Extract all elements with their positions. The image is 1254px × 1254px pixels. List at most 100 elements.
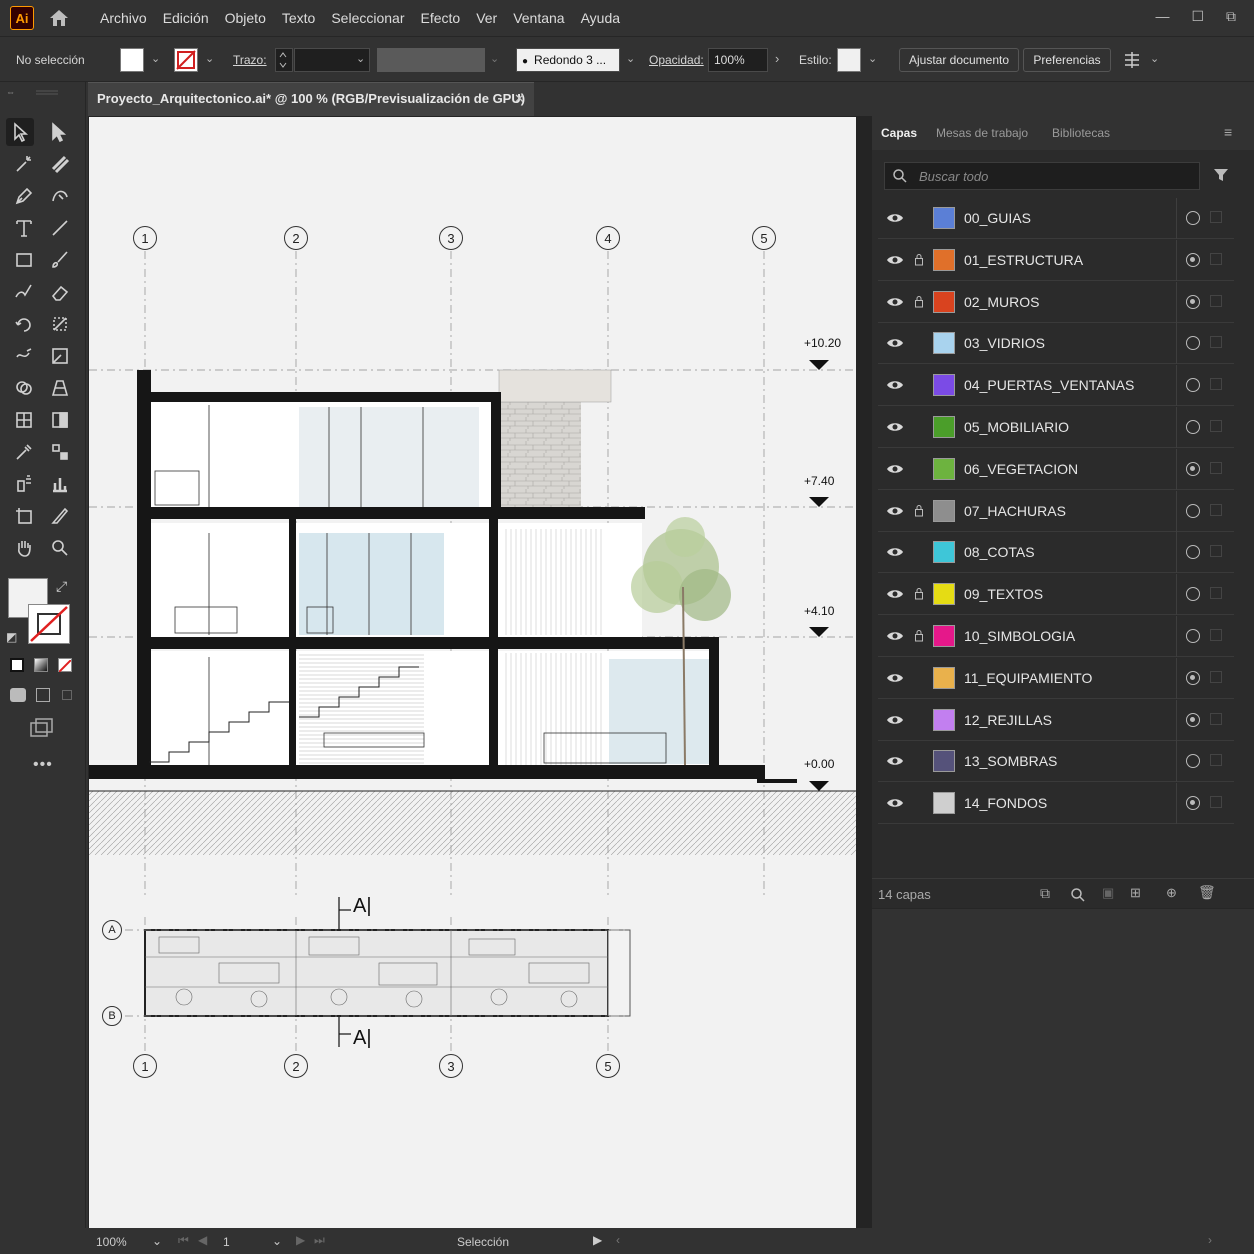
- brush-definition[interactable]: ● Redondo 3 ...: [516, 48, 620, 72]
- hand-icon[interactable]: [10, 534, 38, 562]
- layer-row[interactable]: 09_TEXTOS: [878, 574, 1234, 616]
- chevron-down-icon[interactable]: ⌄: [626, 52, 635, 65]
- eye-icon[interactable]: [886, 629, 904, 641]
- layer-name[interactable]: 07_HACHURAS: [964, 503, 1066, 519]
- last-artboard-icon[interactable]: ⏭: [314, 1233, 325, 1248]
- perspective-icon[interactable]: [46, 374, 74, 402]
- layer-name[interactable]: 06_VEGETACION: [964, 461, 1078, 477]
- stroke-color-box[interactable]: [28, 604, 70, 644]
- layer-name[interactable]: 04_PUERTAS_VENTANAS: [964, 377, 1134, 393]
- panel-menu-icon[interactable]: ≡: [1224, 124, 1232, 140]
- preferences-button[interactable]: Preferencias: [1023, 48, 1111, 72]
- artboard-icon[interactable]: [10, 502, 38, 530]
- menu-seleccionar[interactable]: Seleccionar: [323, 10, 412, 26]
- draw-normal-icon[interactable]: [10, 688, 26, 702]
- lasso-icon[interactable]: [46, 150, 74, 178]
- eye-icon[interactable]: [886, 211, 904, 223]
- layer-row[interactable]: 06_VEGETACION: [878, 448, 1234, 490]
- stroke-stepper[interactable]: [275, 48, 293, 72]
- target-icon[interactable]: [1186, 587, 1200, 602]
- layer-row[interactable]: 00_GUIAS: [878, 198, 1234, 239]
- style-swatch[interactable]: [837, 48, 861, 72]
- swap-fill-stroke-icon[interactable]: ⤢: [56, 578, 67, 595]
- chevron-down-icon[interactable]: ⌄: [1150, 52, 1159, 65]
- layer-row[interactable]: 03_VIDRIOS: [878, 323, 1234, 365]
- eye-icon[interactable]: [886, 295, 904, 307]
- tab-mesas-de-trabajo[interactable]: Mesas de trabajo: [936, 126, 1028, 140]
- stroke-swatch[interactable]: [174, 48, 198, 72]
- lock-icon[interactable]: [914, 504, 924, 520]
- chevron-down-icon[interactable]: ⌄: [152, 1234, 162, 1248]
- selection-indicator[interactable]: [1210, 336, 1222, 349]
- home-icon[interactable]: [48, 8, 70, 28]
- layer-row[interactable]: 01_ESTRUCTURA: [878, 239, 1234, 281]
- close-tab-icon[interactable]: ✕: [514, 91, 525, 107]
- eye-icon[interactable]: [886, 504, 904, 516]
- layer-row[interactable]: 05_MOBILIARIO: [878, 407, 1234, 448]
- chevron-down-icon[interactable]: ⌄: [356, 52, 365, 65]
- shaper-icon[interactable]: [10, 278, 38, 306]
- menu-archivo[interactable]: Archivo: [92, 10, 155, 26]
- artboard-number[interactable]: 1: [223, 1235, 230, 1249]
- opacity-label[interactable]: Opacidad:: [649, 53, 704, 67]
- selection-indicator[interactable]: [1210, 796, 1222, 809]
- target-icon[interactable]: [1186, 629, 1200, 643]
- selection-icon[interactable]: [6, 118, 34, 146]
- restore-icon[interactable]: ⧉: [1226, 8, 1236, 25]
- tab-capas[interactable]: Capas: [881, 126, 917, 140]
- menu-texto[interactable]: Texto: [274, 10, 323, 26]
- document-tab[interactable]: Proyecto_Arquitectonico.ai* @ 100 % (RGB…: [88, 82, 534, 116]
- selection-indicator[interactable]: [1210, 211, 1222, 223]
- chevron-right-icon[interactable]: ›: [775, 51, 779, 66]
- warp-icon[interactable]: [10, 342, 38, 370]
- fill-swatch[interactable]: [120, 48, 144, 72]
- layer-row[interactable]: 14_FONDOS: [878, 783, 1234, 825]
- arrange-documents-icon[interactable]: [1122, 50, 1142, 73]
- selection-indicator[interactable]: [1210, 461, 1222, 474]
- lock-icon[interactable]: [914, 587, 924, 603]
- target-icon[interactable]: [1186, 294, 1200, 309]
- slice-icon[interactable]: [46, 502, 74, 530]
- selection-indicator[interactable]: [1210, 420, 1222, 432]
- line-icon[interactable]: [46, 214, 74, 242]
- layer-name[interactable]: 02_MUROS: [964, 294, 1039, 310]
- draw-inside-icon[interactable]: [62, 690, 72, 700]
- layer-row[interactable]: 12_REJILLAS: [878, 699, 1234, 741]
- selection-indicator[interactable]: [1210, 670, 1222, 683]
- lock-icon[interactable]: [914, 253, 924, 269]
- chevron-down-icon[interactable]: ⌄: [868, 52, 877, 65]
- pen-icon[interactable]: [10, 182, 38, 210]
- search-input[interactable]: Buscar todo: [884, 162, 1200, 190]
- maximize-icon[interactable]: ☐: [1191, 8, 1204, 25]
- eyedropper-icon[interactable]: [10, 438, 38, 466]
- opacity-field[interactable]: 100%: [708, 48, 768, 72]
- layer-name[interactable]: 10_SIMBOLOGIA: [964, 628, 1075, 644]
- gradient-icon[interactable]: [46, 406, 74, 434]
- menu-ver[interactable]: Ver: [468, 10, 505, 26]
- target-icon[interactable]: [1186, 461, 1200, 476]
- rotate-icon[interactable]: [10, 310, 38, 338]
- layer-row[interactable]: 07_HACHURAS: [878, 490, 1234, 532]
- color-mode-icon[interactable]: [10, 658, 24, 672]
- symbol-sprayer-icon[interactable]: [10, 470, 38, 498]
- scroll-left-icon[interactable]: ‹: [616, 1233, 620, 1247]
- artboard[interactable]: 1 2 3 4 5 1 2 3 5 A B +10.20 +7.40 +4.10…: [89, 117, 856, 1228]
- menu-ventana[interactable]: Ventana: [505, 10, 572, 26]
- free-transform-icon[interactable]: [46, 342, 74, 370]
- first-artboard-icon[interactable]: ⏮: [178, 1233, 189, 1248]
- eye-icon[interactable]: [886, 253, 904, 265]
- selection-indicator[interactable]: [1210, 252, 1222, 265]
- gradient-mode-icon[interactable]: [34, 658, 48, 672]
- zoom-level[interactable]: 100%: [96, 1235, 127, 1249]
- scale-icon[interactable]: [46, 310, 74, 338]
- curvature-icon[interactable]: [46, 182, 74, 210]
- none-mode-icon[interactable]: [58, 658, 72, 673]
- rectangle-icon[interactable]: [10, 246, 38, 274]
- selection-indicator[interactable]: [1210, 294, 1222, 307]
- screen-mode-icon[interactable]: [30, 718, 54, 738]
- tab-bibliotecas[interactable]: Bibliotecas: [1052, 126, 1110, 140]
- target-icon[interactable]: [1186, 670, 1200, 685]
- menu-ayuda[interactable]: Ayuda: [573, 10, 628, 26]
- chevron-down-icon[interactable]: ⌄: [272, 1234, 282, 1248]
- clipping-mask-icon[interactable]: ▣: [1102, 885, 1114, 901]
